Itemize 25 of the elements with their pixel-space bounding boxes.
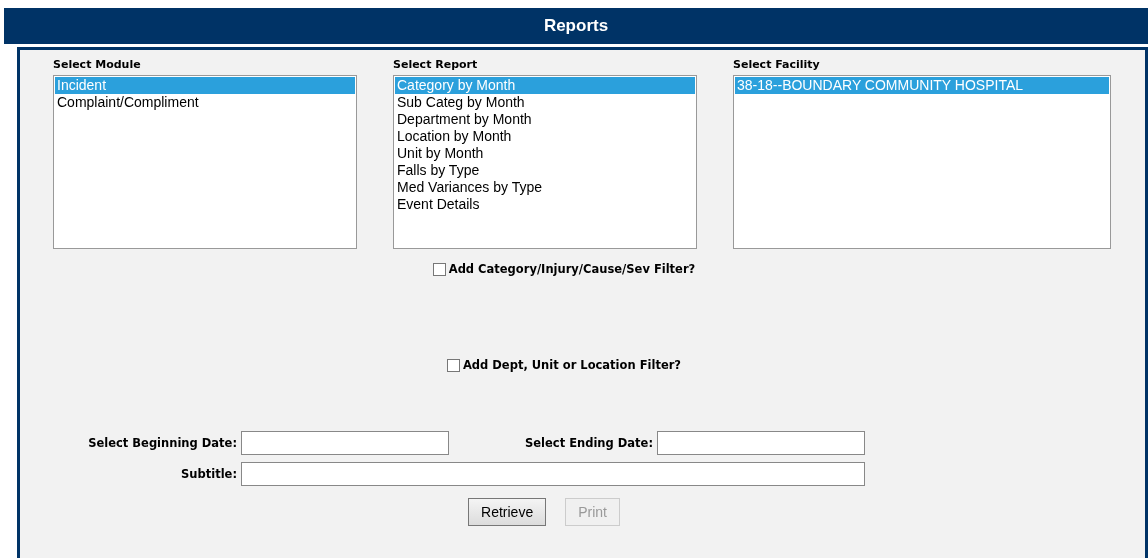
field-label: Subtitle:: [180, 467, 237, 481]
field-label: Select Beginning Date:: [87, 436, 237, 450]
checkbox[interactable]: [432, 262, 446, 276]
list-option[interactable]: Department by Month: [395, 111, 695, 128]
action-button[interactable]: Retrieve: [468, 498, 547, 526]
checkbox[interactable]: [446, 358, 460, 372]
list-label: Select Module: [53, 58, 142, 71]
list-label: Select Facility: [733, 58, 821, 71]
list-option[interactable]: Falls by Type: [395, 162, 695, 179]
list-box[interactable]: Incident Complaint/Compliment: [53, 75, 357, 249]
field-label: Select Ending Date:: [524, 436, 653, 450]
checkbox-label: Add Category/Injury/Cause/Sev Filter?: [448, 262, 696, 276]
list-option[interactable]: Sub Categ by Month: [395, 94, 695, 111]
subtitle-field[interactable]: [241, 462, 865, 486]
checkbox-label: Add Dept, Unit or Location Filter?: [462, 358, 682, 372]
list-box[interactable]: Category by Month Sub Categ by Month Department by Month Location by Month Unit by Month Falls by Type Med Variances by Type Event Details: [393, 75, 697, 249]
list-option[interactable]: Med Variances by Type: [395, 179, 695, 196]
list-option[interactable]: Location by Month: [395, 128, 695, 145]
list-option[interactable]: Complaint/Compliment: [55, 94, 355, 111]
list-option[interactable]: Unit by Month: [395, 145, 695, 162]
list-label: Select Report: [393, 58, 479, 71]
begin-date-field[interactable]: [241, 431, 449, 455]
end-date-field[interactable]: [657, 431, 865, 455]
list-option[interactable]: Event Details: [395, 196, 695, 213]
page-header: Reports: [4, 8, 1148, 44]
